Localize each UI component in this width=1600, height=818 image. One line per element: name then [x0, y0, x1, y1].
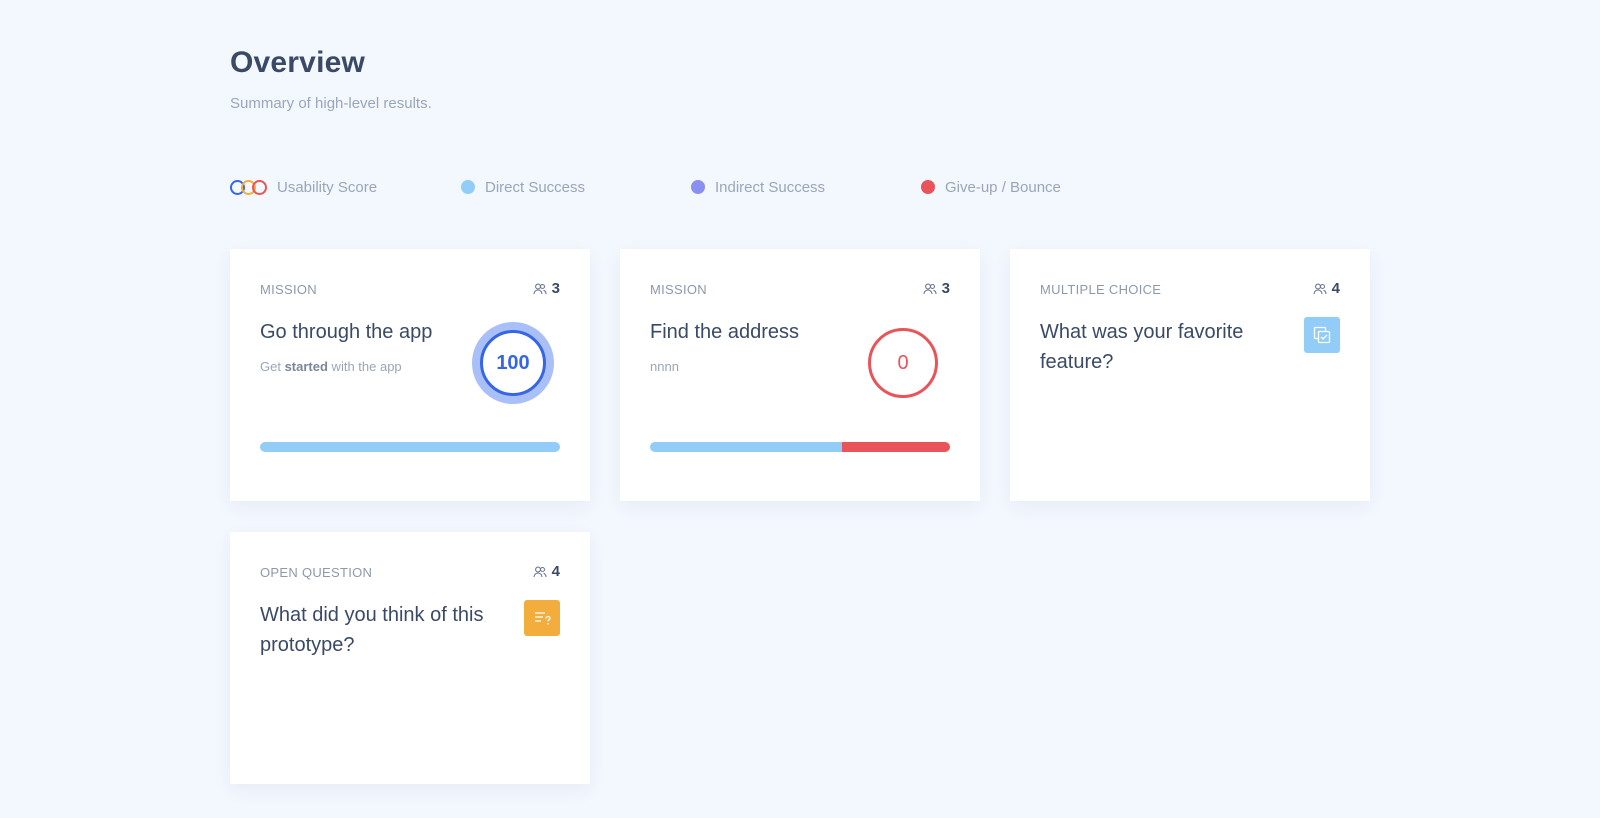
card-mission-find-address[interactable]: MISSION 3 Find the address nnnn 0: [620, 249, 980, 501]
legend-indirect-success: Indirect Success: [691, 176, 825, 198]
users-icon: [533, 283, 547, 294]
page-title: Overview: [230, 46, 366, 79]
giveup-dot-icon: [921, 180, 935, 194]
card-description: Get started with the app: [260, 359, 402, 374]
usability-rings-icon: [230, 179, 267, 195]
participants-count: 4: [533, 563, 560, 580]
card-title: Go through the app: [260, 321, 433, 343]
users-icon: [1313, 283, 1327, 294]
card-type-label: MISSION: [650, 282, 707, 297]
page-subtitle: Summary of high-level results.: [230, 95, 432, 112]
usability-score-value: 0: [868, 328, 938, 398]
card-type-label: OPEN QUESTION: [260, 565, 373, 580]
users-icon: [533, 566, 547, 577]
legend-label: Direct Success: [485, 178, 586, 196]
multiple-choice-icon: [1304, 317, 1340, 353]
participants-count: 3: [923, 280, 950, 297]
open-question-icon: [524, 600, 560, 636]
direct-success-segment: [260, 442, 560, 452]
users-icon: [923, 283, 937, 294]
participants-count: 3: [533, 280, 560, 297]
legend-label: Usability Score: [277, 178, 378, 196]
usability-score-ring: 100: [472, 322, 554, 404]
direct-success-dot-icon: [461, 180, 475, 194]
card-mission-go-through-app[interactable]: MISSION 3 Go through the app Get started…: [230, 249, 590, 501]
participants-count: 4: [1313, 280, 1340, 297]
card-open-question[interactable]: OPEN QUESTION 4 What did you think of th…: [230, 532, 590, 784]
card-title: Find the address: [650, 321, 799, 343]
card-title: What did you think of this prototype?: [260, 604, 484, 656]
results-bar: [260, 442, 560, 452]
overview-page: Overview Summary of high-level results. …: [0, 0, 1600, 818]
legend-label: Give-up / Bounce: [945, 178, 1061, 196]
usability-score-value: 100: [480, 330, 546, 396]
indirect-success-dot-icon: [691, 180, 705, 194]
results-bar: [650, 442, 950, 452]
card-type-label: MISSION: [260, 282, 317, 297]
card-multiple-choice[interactable]: MULTIPLE CHOICE 4 What was your favorite…: [1010, 249, 1370, 501]
legend-direct-success: Direct Success: [461, 176, 585, 198]
direct-success-segment: [650, 442, 842, 452]
giveup-segment: [842, 442, 950, 452]
card-title: What was your favorite feature?: [1040, 321, 1244, 373]
card-type-label: MULTIPLE CHOICE: [1040, 282, 1162, 297]
legend-label: Indirect Success: [715, 178, 826, 196]
card-description: nnnn: [650, 359, 679, 374]
legend-usability-score: Usability Score: [230, 176, 377, 198]
legend-giveup-bounce: Give-up / Bounce: [921, 176, 1061, 198]
